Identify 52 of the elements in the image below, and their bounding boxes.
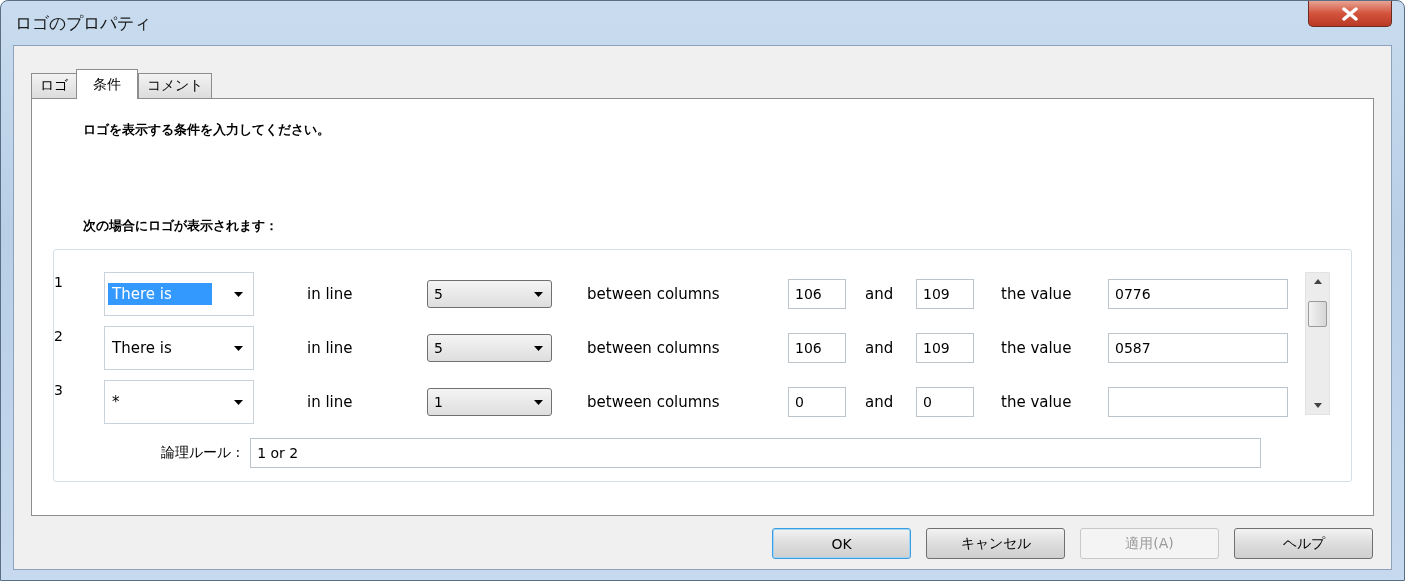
between-columns-label: between columns bbox=[587, 285, 721, 303]
and-label: and bbox=[865, 339, 895, 357]
in-line-label: in line bbox=[307, 393, 354, 411]
tab[interactable]: コメント bbox=[138, 73, 212, 98]
scrollbar[interactable] bbox=[1305, 272, 1330, 415]
scroll-up-icon[interactable] bbox=[1313, 279, 1322, 284]
value-field[interactable]: 0587 bbox=[1108, 333, 1288, 363]
close-button[interactable] bbox=[1308, 1, 1392, 27]
to-column-field[interactable]: 109 bbox=[916, 279, 974, 309]
row-number: 1 bbox=[54, 273, 64, 290]
in-line-label: in line bbox=[307, 285, 354, 303]
dropdown-arrow-icon bbox=[234, 345, 243, 351]
value-label: the value bbox=[1001, 339, 1073, 357]
to-column-field[interactable]: 0 bbox=[916, 387, 974, 417]
logic-rule-label: 論理ルール : bbox=[161, 444, 241, 462]
row-number: 2 bbox=[54, 327, 64, 344]
close-icon bbox=[1341, 6, 1359, 21]
dropdown-arrow-icon bbox=[534, 399, 543, 405]
between-columns-label: between columns bbox=[587, 339, 721, 357]
operator-combo[interactable]: There is bbox=[104, 326, 254, 370]
and-label: and bbox=[865, 285, 895, 303]
operator-combo[interactable]: * bbox=[104, 380, 254, 424]
value-field[interactable]: 0776 bbox=[1108, 279, 1288, 309]
between-columns-label: between columns bbox=[587, 393, 721, 411]
row-number: 3 bbox=[54, 381, 64, 398]
window-title: ロゴのプロパティ bbox=[14, 11, 151, 35]
dialog-button[interactable]: ヘルプ bbox=[1234, 528, 1373, 559]
dialog-button[interactable]: キャンセル bbox=[926, 528, 1065, 559]
tab[interactable]: ロゴ bbox=[31, 73, 77, 98]
scroll-down-icon[interactable] bbox=[1313, 403, 1322, 408]
tab[interactable]: 条件 bbox=[76, 69, 138, 99]
dropdown-arrow-icon bbox=[234, 399, 243, 405]
line-dropdown[interactable]: 5 bbox=[427, 334, 552, 362]
dropdown-arrow-icon bbox=[234, 291, 243, 297]
and-label: and bbox=[865, 393, 895, 411]
in-line-label: in line bbox=[307, 339, 354, 357]
to-column-field[interactable]: 109 bbox=[916, 333, 974, 363]
line-dropdown[interactable]: 5 bbox=[427, 280, 552, 308]
from-column-field[interactable]: 106 bbox=[788, 333, 846, 363]
scroll-thumb[interactable] bbox=[1308, 301, 1327, 327]
section-heading: 次の場合にロゴが表示されます： bbox=[82, 217, 279, 235]
line-dropdown[interactable]: 1 bbox=[427, 388, 552, 416]
value-label: the value bbox=[1001, 393, 1073, 411]
from-column-field[interactable]: 106 bbox=[788, 279, 846, 309]
dropdown-arrow-icon bbox=[534, 291, 543, 297]
value-field[interactable] bbox=[1108, 387, 1288, 417]
value-label: the value bbox=[1001, 285, 1073, 303]
instruction-text: ロゴを表示する条件を入力してください。 bbox=[82, 121, 331, 139]
logic-rule-field[interactable]: 1 or 2 bbox=[250, 438, 1262, 468]
dropdown-arrow-icon bbox=[534, 345, 543, 351]
dialog-button[interactable]: OK bbox=[772, 528, 911, 559]
from-column-field[interactable]: 0 bbox=[788, 387, 846, 417]
